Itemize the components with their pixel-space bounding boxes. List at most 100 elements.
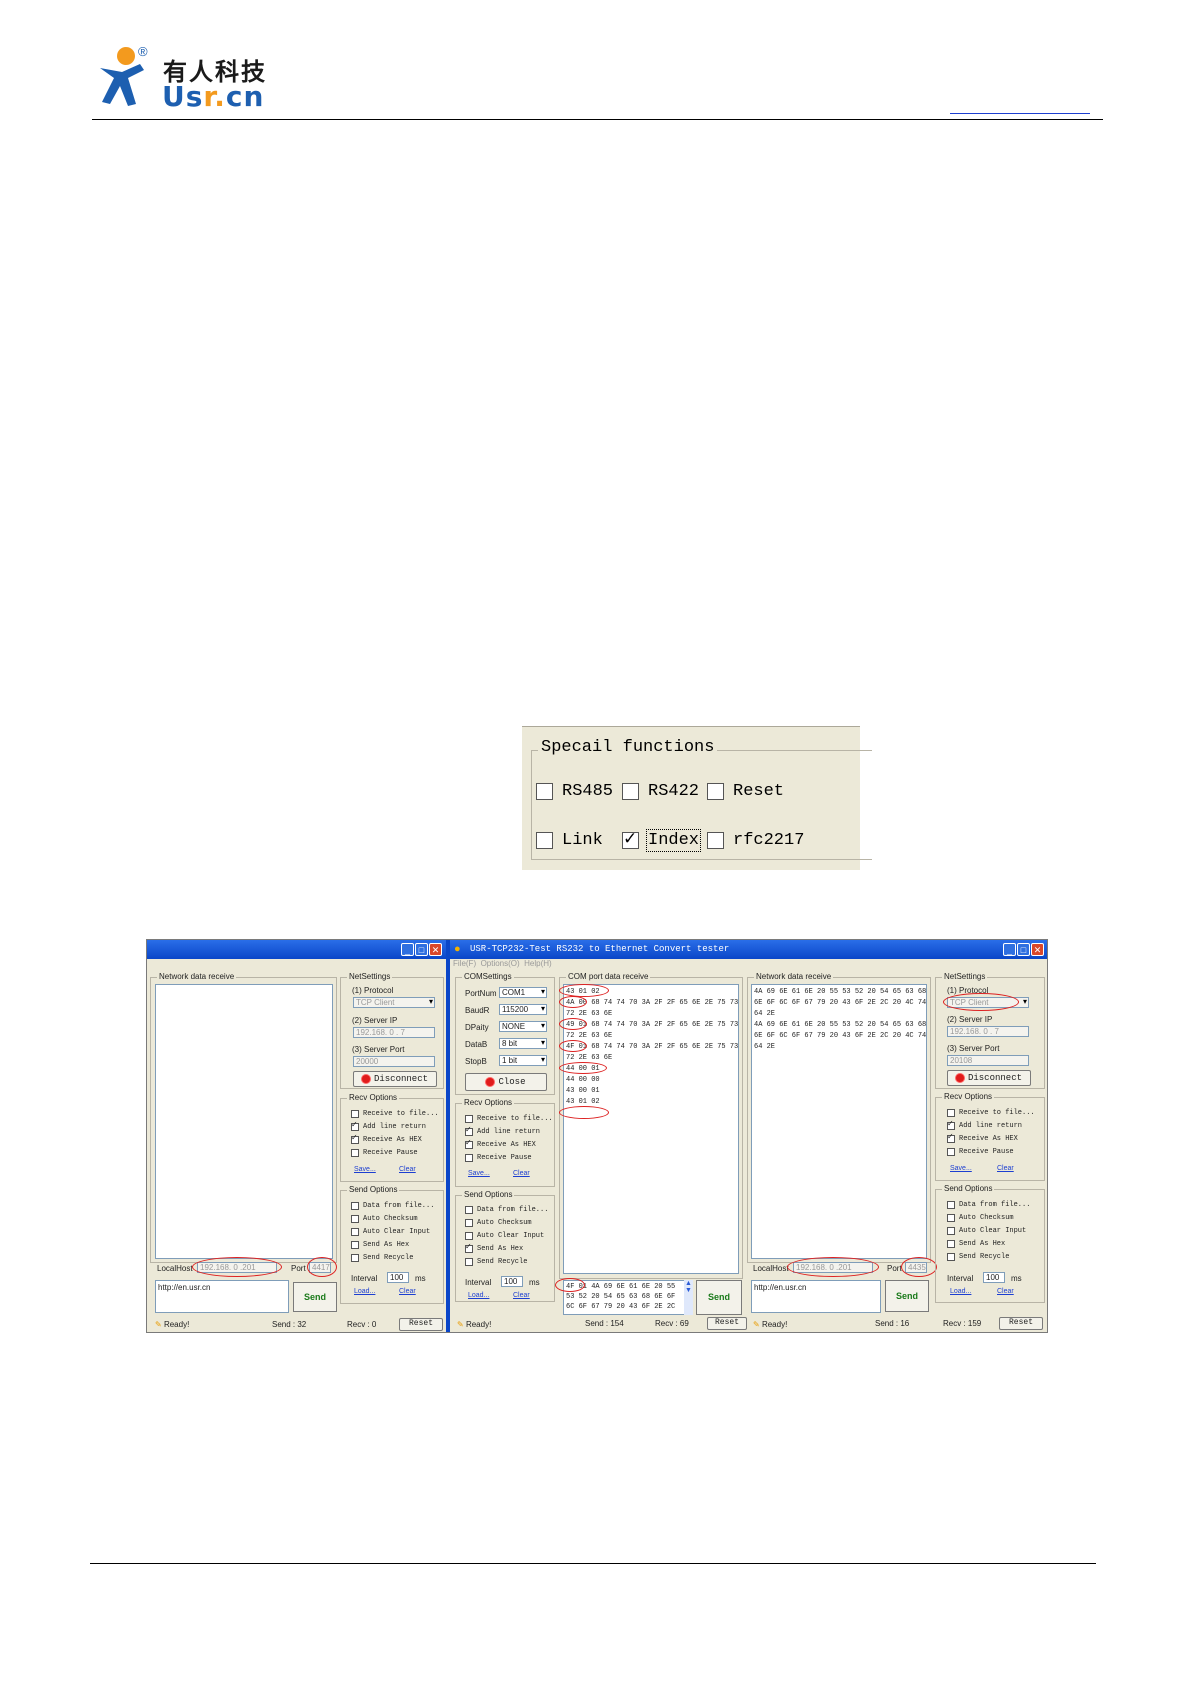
interval-field[interactable]: 100 xyxy=(501,1276,523,1287)
checkbox-box-checked[interactable] xyxy=(465,1138,473,1149)
checkbox-box[interactable] xyxy=(465,1219,473,1227)
interval-field[interactable]: 100 xyxy=(387,1272,409,1283)
link-checkbox[interactable]: Link xyxy=(536,831,603,850)
reset-checkbox[interactable]: Reset xyxy=(707,782,784,801)
checkbox-box[interactable] xyxy=(707,783,724,800)
disconnect-button[interactable]: Disconnect xyxy=(353,1071,437,1087)
scrollbar[interactable]: ▲ ▼ xyxy=(684,1280,693,1315)
send-recycle-checkbox[interactable]: Send Recycle xyxy=(465,1258,527,1266)
right-network-receive-area[interactable]: 4A 69 6E 61 6E 20 55 53 52 20 54 65 63 6… xyxy=(751,984,927,1259)
parity-select[interactable]: NONE xyxy=(499,1021,547,1032)
auto-clear-input-checkbox[interactable]: Auto Clear Input xyxy=(947,1227,1026,1235)
clear-link[interactable]: Clear xyxy=(997,1165,1014,1172)
server-port-field[interactable]: 20000 xyxy=(353,1056,435,1067)
stopbits-select[interactable]: 1 bit xyxy=(499,1055,547,1066)
clear-send-link[interactable]: Clear xyxy=(997,1288,1014,1295)
baud-select[interactable]: 115200 xyxy=(499,1004,547,1015)
checkbox-box[interactable] xyxy=(947,1240,955,1248)
checkbox-box-checked[interactable] xyxy=(465,1125,473,1136)
add-line-return-checkbox[interactable]: Add line return xyxy=(947,1119,1022,1130)
checkbox-box[interactable] xyxy=(465,1154,473,1162)
left-network-receive-area[interactable] xyxy=(155,984,333,1259)
clear-link[interactable]: Clear xyxy=(513,1170,530,1177)
checkbox-box[interactable] xyxy=(536,783,553,800)
data-from-file-checkbox[interactable]: Data from file... xyxy=(947,1201,1030,1209)
auto-checksum-checkbox[interactable]: Auto Checksum xyxy=(465,1219,532,1227)
rs485-checkbox[interactable]: RS485 xyxy=(536,782,613,801)
server-ip-field[interactable]: 192.168. 0 . 7 xyxy=(947,1026,1029,1037)
checkbox-box[interactable] xyxy=(707,832,724,849)
close-icon[interactable]: ✕ xyxy=(1031,943,1044,956)
send-as-hex-checkbox[interactable]: Send As Hex xyxy=(351,1241,409,1249)
send-button[interactable]: Send xyxy=(293,1282,337,1312)
maximize-icon[interactable]: □ xyxy=(1017,943,1030,956)
checkbox-box-checked[interactable] xyxy=(351,1133,359,1144)
checkbox-box[interactable] xyxy=(351,1228,359,1236)
auto-checksum-checkbox[interactable]: Auto Checksum xyxy=(947,1214,1014,1222)
checkbox-box[interactable] xyxy=(536,832,553,849)
checkbox-box-checked[interactable] xyxy=(947,1119,955,1130)
receive-to-file-checkbox[interactable]: Receive to file... xyxy=(465,1115,553,1123)
auto-clear-input-checkbox[interactable]: Auto Clear Input xyxy=(465,1232,544,1240)
save-link[interactable]: Save... xyxy=(468,1170,490,1177)
databits-select[interactable]: 8 bit xyxy=(499,1038,547,1049)
index-checkbox[interactable]: Index xyxy=(622,829,702,852)
receive-to-file-checkbox[interactable]: Receive to file... xyxy=(947,1109,1035,1117)
maximize-icon[interactable]: □ xyxy=(415,943,428,956)
checkbox-box[interactable] xyxy=(351,1110,359,1118)
close-icon[interactable]: ✕ xyxy=(429,943,442,956)
receive-as-hex-checkbox[interactable]: Receive As HEX xyxy=(351,1133,422,1144)
checkbox-box[interactable] xyxy=(947,1227,955,1235)
checkbox-box[interactable] xyxy=(465,1258,473,1266)
add-line-return-checkbox[interactable]: Add line return xyxy=(465,1125,540,1136)
minimize-icon[interactable]: _ xyxy=(1003,943,1016,956)
checkbox-box-checked[interactable] xyxy=(465,1242,473,1253)
checkbox-box[interactable] xyxy=(351,1254,359,1262)
reset-button[interactable]: Reset xyxy=(707,1317,747,1330)
load-link[interactable]: Load... xyxy=(468,1292,489,1299)
checkbox-box-checked[interactable] xyxy=(351,1120,359,1131)
checkbox-box[interactable] xyxy=(465,1206,473,1214)
save-link[interactable]: Save... xyxy=(354,1166,376,1173)
menu-options[interactable]: Options(O) xyxy=(481,959,520,968)
load-link[interactable]: Load... xyxy=(950,1288,971,1295)
receive-pause-checkbox[interactable]: Receive Pause xyxy=(465,1154,532,1162)
send-button[interactable]: Send xyxy=(885,1280,929,1312)
close-port-button[interactable]: Close xyxy=(465,1073,547,1091)
send-as-hex-checkbox[interactable]: Send As Hex xyxy=(947,1240,1005,1248)
disconnect-button[interactable]: Disconnect xyxy=(947,1070,1031,1086)
server-port-field[interactable]: 20108 xyxy=(947,1055,1029,1066)
com-send-button[interactable]: Send xyxy=(696,1280,742,1315)
menu-file[interactable]: File(F) xyxy=(453,959,476,968)
protocol-select[interactable]: TCP Client xyxy=(353,997,435,1008)
checkbox-box[interactable] xyxy=(351,1241,359,1249)
save-link[interactable]: Save... xyxy=(950,1165,972,1172)
rs422-checkbox[interactable]: RS422 xyxy=(622,782,699,801)
rfc2217-checkbox[interactable]: rfc2217 xyxy=(707,831,804,850)
checkbox-box[interactable] xyxy=(622,783,639,800)
checkbox-box[interactable] xyxy=(351,1202,359,1210)
load-link[interactable]: Load... xyxy=(354,1288,375,1295)
checkbox-box[interactable] xyxy=(947,1148,955,1156)
send-input[interactable]: http://en.usr.cn xyxy=(155,1280,289,1313)
receive-as-hex-checkbox[interactable]: Receive As HEX xyxy=(465,1138,536,1149)
reset-button[interactable]: Reset xyxy=(999,1317,1043,1330)
interval-field[interactable]: 100 xyxy=(983,1272,1005,1283)
clear-send-link[interactable]: Clear xyxy=(513,1292,530,1299)
com-receive-area[interactable]: 43 01 02 4A 00 68 74 74 70 3A 2F 2F 65 6E… xyxy=(563,984,739,1274)
checkbox-box[interactable] xyxy=(465,1115,473,1123)
clear-link[interactable]: Clear xyxy=(399,1166,416,1173)
reset-button[interactable]: Reset xyxy=(399,1318,443,1331)
checkbox-box-checked[interactable] xyxy=(947,1132,955,1143)
checkbox-box[interactable] xyxy=(947,1253,955,1261)
data-from-file-checkbox[interactable]: Data from file... xyxy=(465,1206,548,1214)
checkbox-box[interactable] xyxy=(947,1109,955,1117)
send-input[interactable]: http://en.usr.cn xyxy=(751,1280,881,1313)
add-line-return-checkbox[interactable]: Add line return xyxy=(351,1120,426,1131)
auto-clear-input-checkbox[interactable]: Auto Clear Input xyxy=(351,1228,430,1236)
receive-to-file-checkbox[interactable]: Receive to file... xyxy=(351,1110,439,1118)
server-ip-field[interactable]: 192.168. 0 . 7 xyxy=(353,1027,435,1038)
clear-send-link[interactable]: Clear xyxy=(399,1288,416,1295)
checkbox-box[interactable] xyxy=(465,1232,473,1240)
send-recycle-checkbox[interactable]: Send Recycle xyxy=(351,1254,413,1262)
